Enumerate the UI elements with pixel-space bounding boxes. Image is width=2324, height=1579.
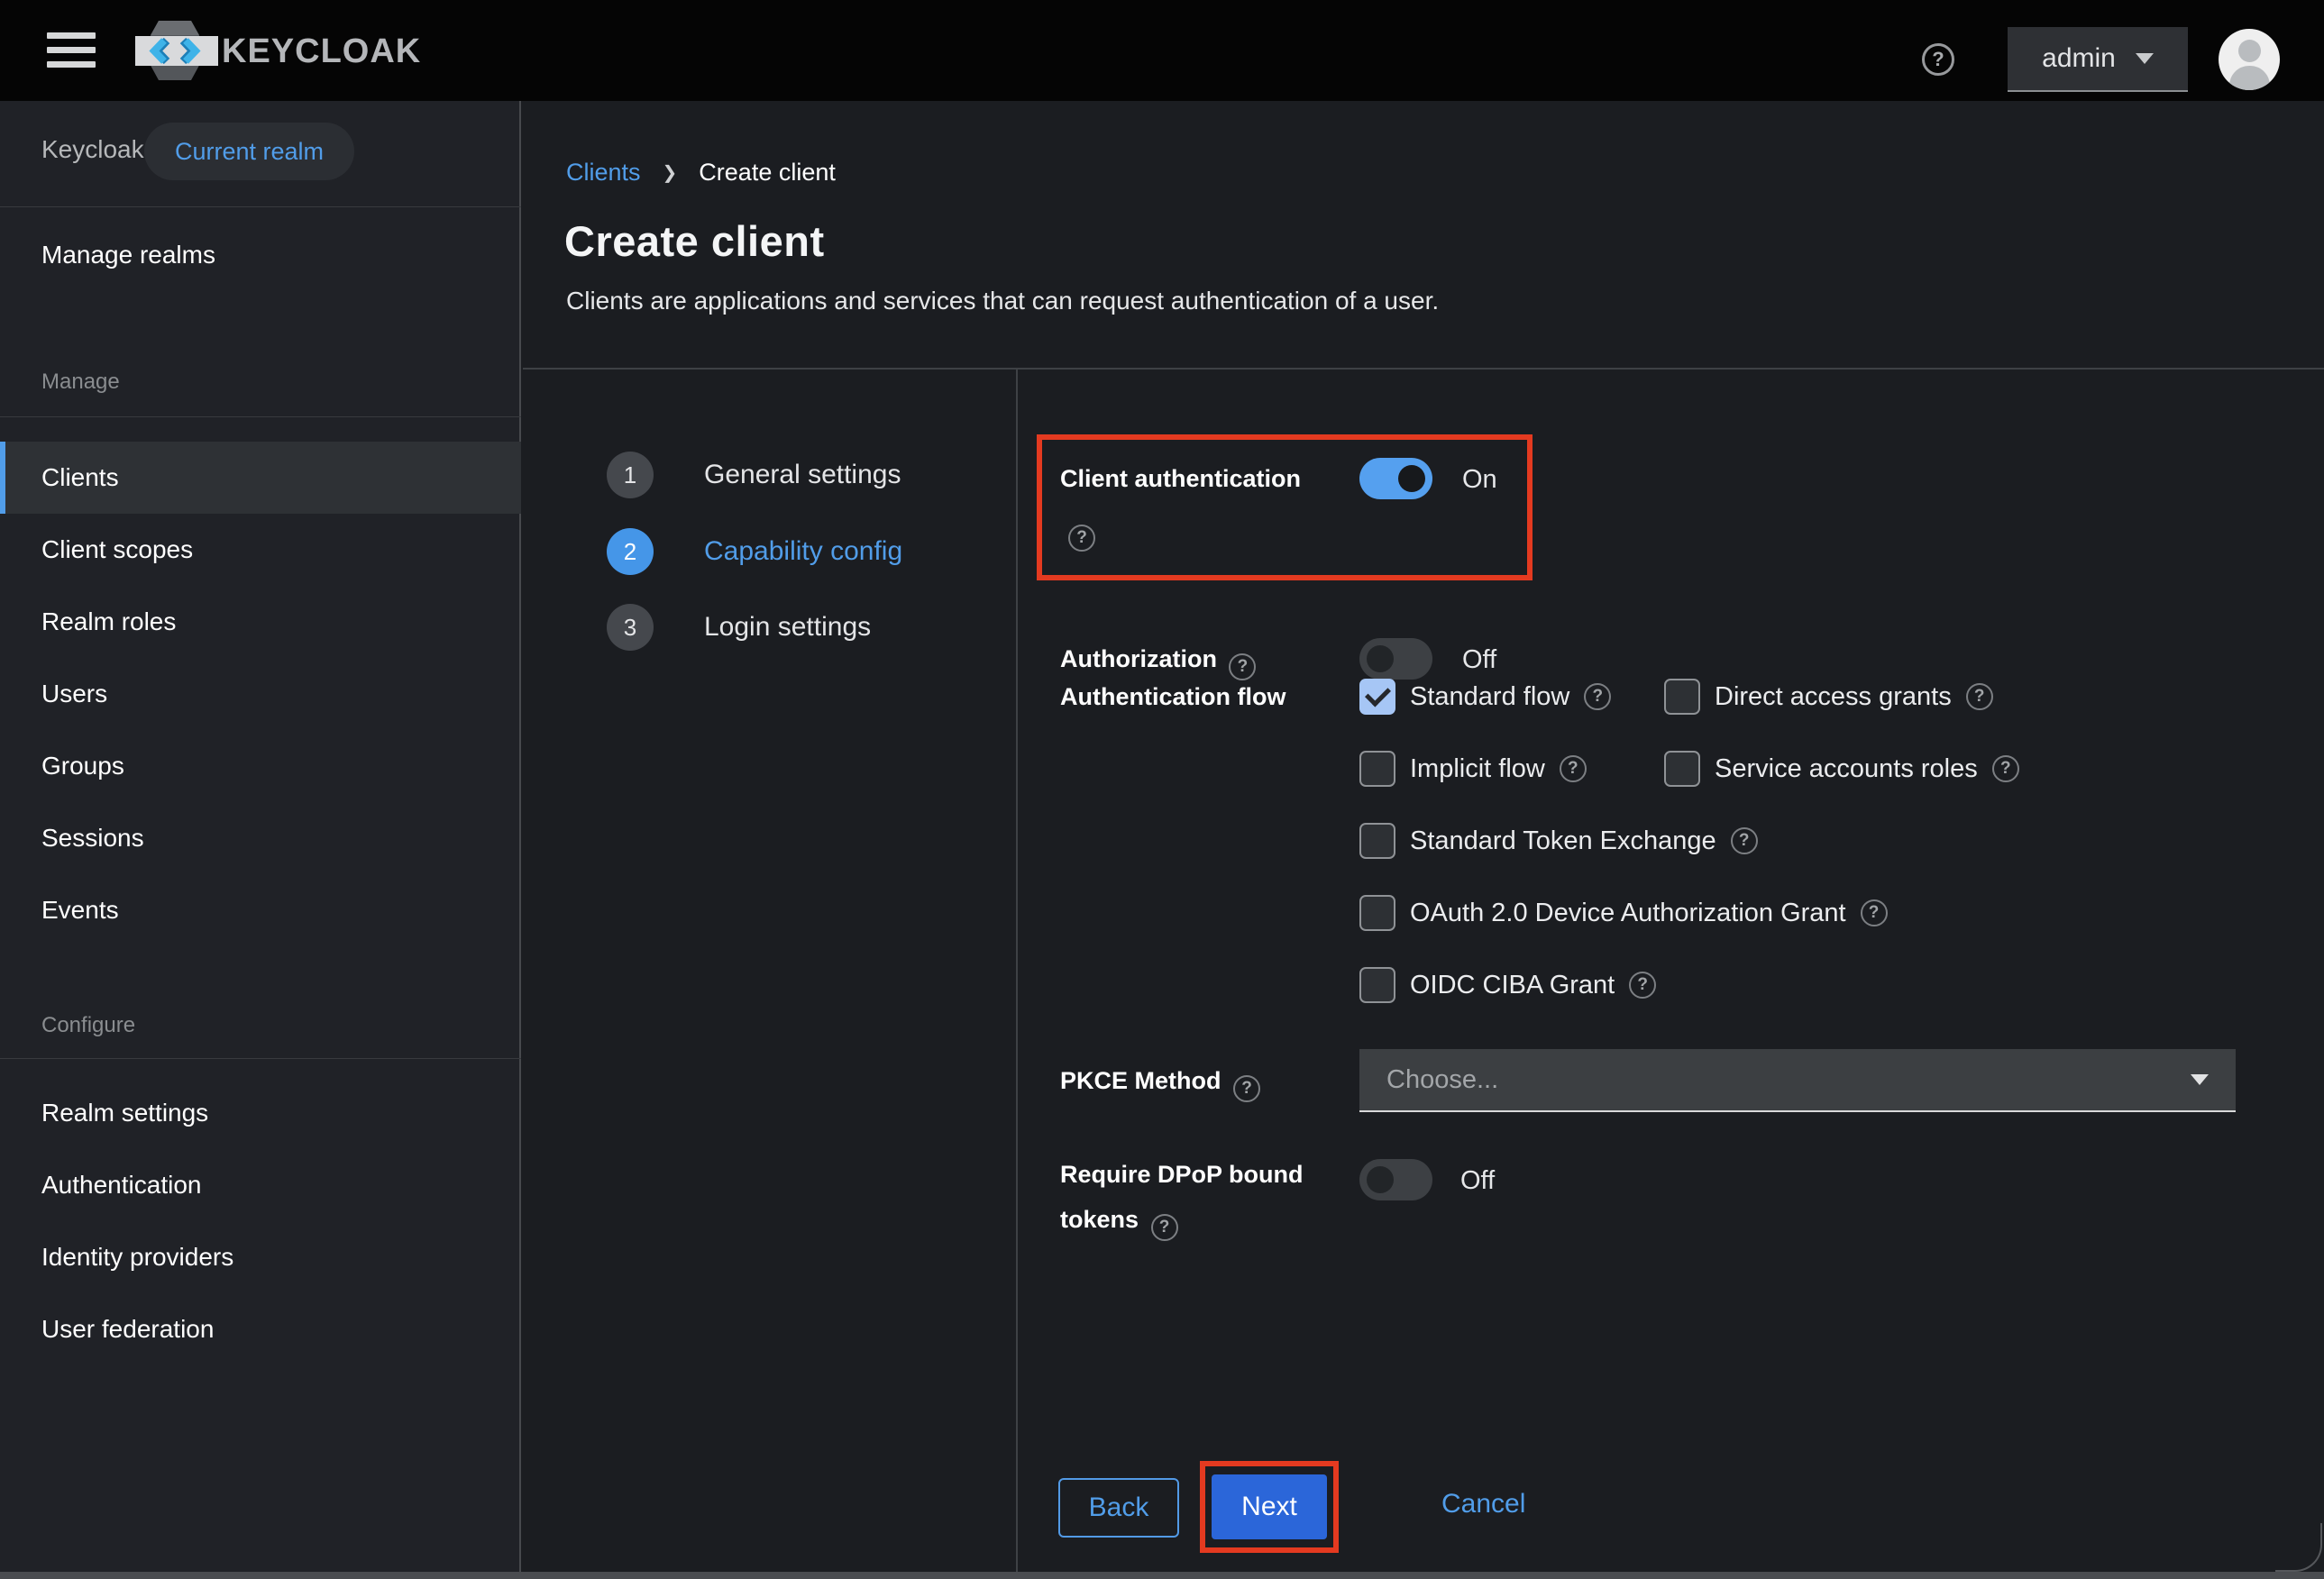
checkbox-unchecked-icon[interactable] — [1664, 679, 1700, 715]
sidebar-item-clients[interactable]: Clients — [0, 442, 521, 514]
pkce-method-value: Choose... — [1386, 1065, 2191, 1095]
sidebar-item-authentication[interactable]: Authentication — [0, 1149, 521, 1221]
wizard-step-general-settings[interactable]: 1 General settings — [607, 452, 901, 498]
checkbox-standard-flow[interactable]: Standard flow — [1359, 679, 1611, 715]
checkbox-oidc-ciba-grant[interactable]: OIDC CIBA Grant — [1359, 967, 1656, 1003]
client-authentication-help-icon[interactable] — [1068, 525, 1095, 552]
checkbox-unchecked-icon[interactable] — [1359, 751, 1395, 787]
step-3-number: 3 — [607, 604, 654, 651]
breadcrumb-chevron-icon — [663, 161, 678, 184]
main-content: Clients Create client Create client Clie… — [523, 101, 2324, 1572]
next-button[interactable]: Next — [1212, 1474, 1327, 1539]
checkbox-service-accounts-roles[interactable]: Service accounts roles — [1664, 751, 2019, 787]
chevron-down-icon — [2136, 53, 2154, 64]
current-realm-badge[interactable]: Current realm — [144, 123, 354, 180]
realm-header: Keycloak Current realm — [0, 101, 521, 207]
oauth-device-grant-help-icon[interactable] — [1861, 899, 1888, 926]
wizard-step-capability-config[interactable]: 2 Capability config — [607, 528, 902, 575]
checkbox-implicit-flow[interactable]: Implicit flow — [1359, 751, 1587, 787]
checkbox-oauth-device-authorization-grant[interactable]: OAuth 2.0 Device Authorization Grant — [1359, 895, 1888, 931]
help-icon[interactable] — [1922, 43, 1954, 76]
dpop-toggle[interactable] — [1359, 1159, 1432, 1200]
checkbox-unchecked-icon[interactable] — [1359, 895, 1395, 931]
sidebar-item-users[interactable]: Users — [0, 658, 521, 730]
pkce-method-select[interactable]: Choose... — [1359, 1049, 2236, 1112]
toggle-knob — [1367, 645, 1394, 672]
dpop-state: Off — [1460, 1166, 1495, 1196]
wizard-step-login-settings[interactable]: 3 Login settings — [607, 604, 871, 651]
standard-token-exchange-help-icon[interactable] — [1731, 827, 1758, 854]
authorization-toggle[interactable] — [1359, 638, 1432, 680]
step-2-number: 2 — [607, 528, 654, 575]
page-subtitle: Clients are applications and services th… — [566, 287, 1439, 315]
client-authentication-toggle[interactable] — [1359, 458, 1432, 499]
sidebar-item-groups[interactable]: Groups — [0, 730, 521, 802]
sidebar-section-manage: Manage — [41, 370, 120, 395]
page-title: Create client — [564, 216, 825, 266]
checkbox-checked-icon[interactable] — [1359, 679, 1395, 715]
sidebar-item-realm-settings[interactable]: Realm settings — [0, 1077, 521, 1149]
standard-flow-help-icon[interactable] — [1584, 683, 1611, 710]
realm-name-label: Keycloak — [41, 135, 144, 164]
client-authentication-label: Client authentication — [1060, 456, 1301, 501]
checkbox-direct-access-grants[interactable]: Direct access grants — [1664, 679, 1993, 715]
authorization-state: Off — [1462, 645, 1496, 675]
authentication-flow-label: Authentication flow — [1060, 674, 1331, 719]
dpop-label: Require DPoP bound tokens — [1060, 1152, 1323, 1242]
username-label: admin — [2042, 43, 2116, 74]
checkbox-unchecked-icon[interactable] — [1359, 967, 1395, 1003]
breadcrumb-clients-link[interactable]: Clients — [566, 159, 641, 187]
cancel-link[interactable]: Cancel — [1441, 1489, 1525, 1520]
masthead: KEYCLOAK admin — [0, 0, 2324, 101]
window-bottom-edge — [0, 1572, 2324, 1579]
sidebar-item-realm-roles[interactable]: Realm roles — [0, 586, 521, 658]
implicit-flow-help-icon[interactable] — [1560, 755, 1587, 782]
hamburger-menu-icon[interactable] — [47, 32, 96, 68]
toggle-knob — [1367, 1166, 1394, 1193]
checkbox-standard-token-exchange[interactable]: Standard Token Exchange — [1359, 823, 1758, 859]
checkbox-unchecked-icon[interactable] — [1664, 751, 1700, 787]
toggle-knob — [1398, 465, 1425, 492]
oidc-ciba-grant-help-icon[interactable] — [1629, 972, 1656, 999]
client-authentication-state: On — [1462, 465, 1497, 495]
direct-access-grants-help-icon[interactable] — [1966, 683, 1993, 710]
sidebar-item-client-scopes[interactable]: Client scopes — [0, 514, 521, 586]
sidebar-item-events[interactable]: Events — [0, 874, 521, 946]
step-1-number: 1 — [607, 452, 654, 498]
header-divider — [523, 368, 2324, 370]
dpop-help-icon[interactable] — [1151, 1214, 1178, 1241]
breadcrumb-current: Create client — [699, 159, 836, 187]
sidebar-item-sessions[interactable]: Sessions — [0, 802, 521, 874]
chevron-down-icon — [2191, 1074, 2209, 1085]
back-button[interactable]: Back — [1058, 1478, 1179, 1538]
logo-wordmark: KEYCLOAK — [222, 32, 421, 70]
sidebar-item-manage-realms[interactable]: Manage realms — [0, 219, 521, 291]
sidebar-item-identity-providers[interactable]: Identity providers — [0, 1221, 521, 1293]
pkce-method-label: PKCE Method — [1060, 1058, 1260, 1103]
user-menu-dropdown[interactable]: admin — [2008, 27, 2188, 92]
avatar[interactable] — [2219, 29, 2280, 90]
wizard-divider — [1016, 370, 1018, 1572]
sidebar: Keycloak Current realm Manage realms Man… — [0, 101, 521, 1572]
breadcrumb: Clients Create client — [566, 159, 836, 187]
pkce-method-help-icon[interactable] — [1233, 1075, 1260, 1102]
service-accounts-roles-help-icon[interactable] — [1992, 755, 2019, 782]
checkbox-unchecked-icon[interactable] — [1359, 823, 1395, 859]
sidebar-item-user-federation[interactable]: User federation — [0, 1293, 521, 1365]
keycloak-logo[interactable]: KEYCLOAK — [132, 18, 429, 83]
sidebar-section-configure: Configure — [41, 1013, 135, 1038]
